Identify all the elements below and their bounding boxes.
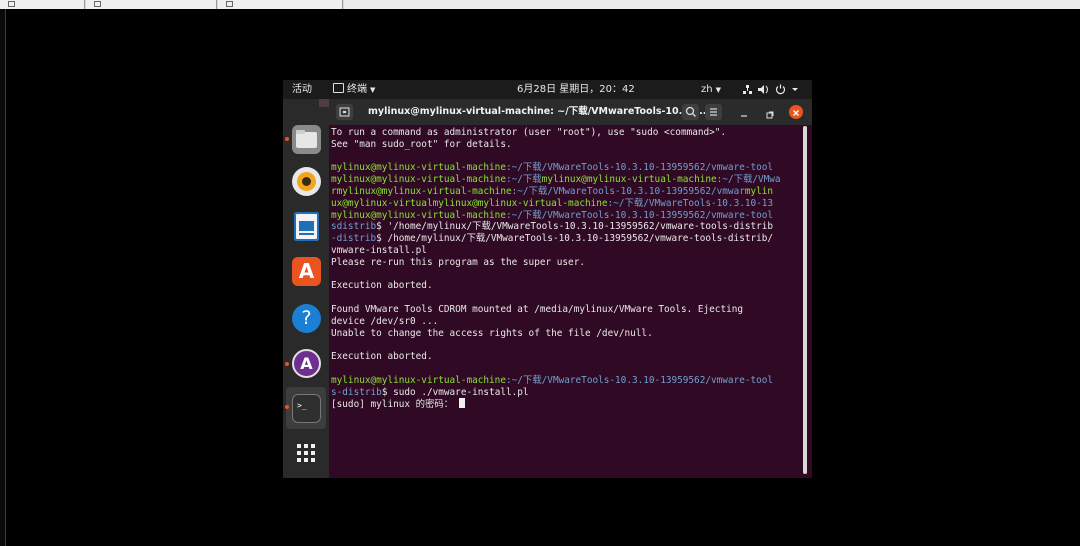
gnome-top-bar: 活动 终端 ▼ 6月28日 星期日，20：42 zh ▼ (283, 80, 812, 99)
prompt-path: :~/下载 (505, 174, 542, 186)
close-icon (793, 110, 799, 116)
prompt-user: mylin (744, 185, 774, 197)
prompt-user: mylinux@mylinux-virtual-machine (331, 374, 506, 386)
prompt-user: mylinux@mylinux-virtual-machine (331, 162, 506, 174)
terminal-window[interactable]: mylinux@mylinux-virtual-machine: ~/下载/VM… (329, 99, 812, 478)
hamburger-icon (710, 108, 717, 116)
command-text: $ /home/mylinux/下载/VMwareTools-10.3.10-1… (376, 233, 774, 245)
output-line: See "man sudo_root" for details. (331, 138, 512, 150)
host-tab-1[interactable] (0, 0, 85, 9)
restore-icon (766, 111, 774, 119)
host-tab-3[interactable] (218, 0, 343, 9)
window-title: mylinux@mylinux-virtual-machine: ~/下载/VM… (368, 106, 710, 117)
command-text: $ sudo ./vmware-install.pl (381, 386, 529, 398)
show-apps-icon[interactable] (295, 442, 317, 464)
prompt-path: :~/下载/VMwareTools-10.3.10-13959562/vmwar… (505, 162, 774, 174)
menu-button[interactable] (705, 104, 722, 120)
dock-top-fade (319, 99, 329, 107)
prompt-path: :~/下载/VMwareTools-10.3.10-13 (607, 197, 774, 209)
tab-icon (8, 1, 15, 7)
host-tab-strip (0, 0, 1080, 9)
prompt-user: mylinux@mylinux-virtual-machine (331, 209, 506, 221)
grid-icon (297, 444, 315, 462)
command-text: $ '/home/mylinux/下载/VMwareTools-10.3.10-… (376, 221, 774, 233)
prompt-path: :~/下载/VMwareTools-10.3.10-13959562/vmwar… (505, 374, 774, 386)
chevron-down-icon (792, 88, 798, 91)
output-line: Found VMware Tools CDROM mounted at /med… (331, 303, 744, 315)
tab-icon (226, 1, 233, 7)
prompt-user: rmylinux@mylinux-virtual-machine (331, 185, 512, 197)
scrollbar[interactable] (803, 126, 807, 474)
app-menu[interactable]: 终端 ▼ (333, 80, 375, 100)
prompt-path: sdistrib (331, 221, 377, 233)
network-icon (743, 85, 752, 94)
output-line: Execution aborted. (331, 280, 433, 292)
new-tab-button[interactable] (336, 104, 353, 120)
prompt-user: mylinux@mylinux-virtual-machine (331, 174, 506, 186)
prompt-user: ux@mylinux-virtualmylinux@mylinux-virtua… (331, 197, 608, 209)
power-icon (775, 84, 786, 95)
minimize-icon (741, 115, 747, 117)
prompt-user: mylinux@mylinux-virtual-machine (541, 174, 717, 186)
running-indicator (285, 137, 289, 141)
rhythmbox-icon[interactable] (292, 167, 321, 196)
minimize-button[interactable] (738, 106, 750, 118)
output-line: To run a command as administrator (user … (331, 127, 727, 138)
host-tab-bar-empty (344, 0, 1080, 9)
maximize-button[interactable] (764, 106, 776, 119)
software-icon[interactable]: A (292, 257, 321, 286)
output-line: Execution aborted. (331, 351, 433, 363)
terminal-output[interactable]: To run a command as administrator (user … (331, 127, 801, 472)
host-left-edge (0, 9, 6, 546)
command-text: vmware-install.pl (331, 244, 427, 256)
chevron-down-icon: ▼ (370, 86, 376, 94)
updater-icon[interactable]: A (292, 349, 321, 378)
app-menu-label: 终端 (347, 84, 367, 95)
help-icon[interactable]: ? (292, 304, 321, 333)
prompt-path: -distrib (331, 233, 377, 245)
prompt-path: :~/下载/VMwareTools-10.3.10-13959562/vmwar… (505, 209, 774, 221)
new-tab-icon (339, 107, 350, 117)
host-tab-2[interactable] (86, 0, 217, 9)
tab-icon (94, 1, 101, 7)
output-line: Please re-run this program as the super … (331, 256, 585, 268)
search-icon (685, 106, 696, 117)
files-icon[interactable] (292, 125, 321, 154)
terminal-icon[interactable]: >_ (292, 394, 321, 423)
running-indicator (285, 362, 289, 366)
output-line: Unable to change the access rights of th… (331, 327, 653, 339)
clock[interactable]: 6月28日 星期日，20：42 (517, 80, 635, 99)
prompt-path: s-distrib (331, 386, 382, 398)
vm-screen[interactable]: 活动 终端 ▼ 6月28日 星期日，20：42 zh ▼ A ? A >_ my… (283, 80, 812, 478)
close-button[interactable] (789, 105, 803, 119)
input-method[interactable]: zh ▼ (701, 80, 721, 100)
status-icons (743, 84, 798, 95)
terminal-header-bar: mylinux@mylinux-virtual-machine: ~/下载/VM… (329, 99, 812, 125)
activities-button[interactable]: 活动 (292, 80, 312, 99)
prompt-path: :~/下载/VMwa (716, 174, 781, 186)
volume-icon (758, 85, 768, 94)
prompt-path: :~/下载/VMwareTools-10.3.10-13959562/vmwar (511, 185, 745, 197)
text-cursor (458, 398, 465, 409)
search-button[interactable] (682, 104, 699, 120)
dock: A ? A >_ (283, 99, 329, 478)
running-indicator (285, 405, 289, 409)
input-method-label: zh (701, 84, 713, 95)
output-line: device /dev/sr0 ... (331, 315, 439, 327)
terminal-small-icon (333, 83, 344, 93)
writer-icon[interactable] (294, 212, 319, 241)
password-prompt: [sudo] mylinux 的密码： (331, 399, 459, 411)
chevron-down-icon: ▼ (715, 86, 721, 94)
